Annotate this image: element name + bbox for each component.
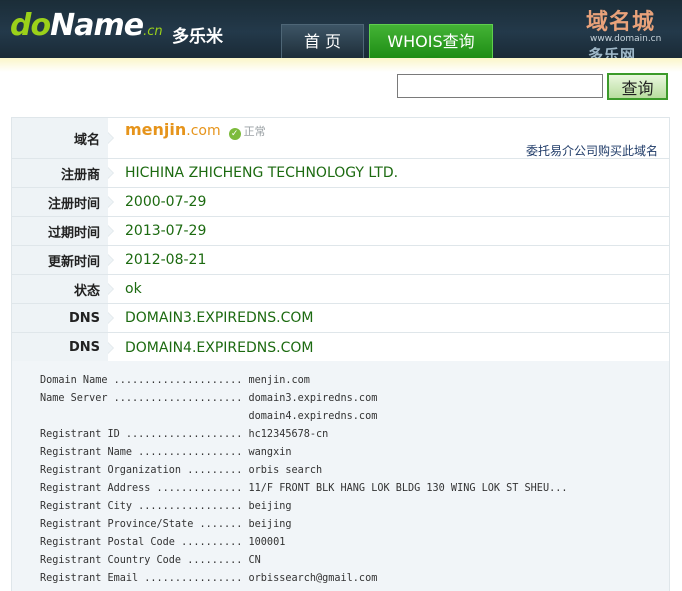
domain-name: menjin [125,120,187,139]
nav-tab-home[interactable]: 首 页 [281,24,364,58]
table-row: 更新时间 2012-08-21 [12,246,669,275]
site-logo[interactable]: doName.cn [10,8,163,43]
raw-whois-text: Domain Name ..................... menjin… [40,375,568,584]
row-label: 注册商 [12,159,108,187]
watermark: 域名城 www.domain.cn 多乐网 [586,4,678,64]
domain-display: menjin .com ✓ 正常 [125,120,266,140]
row-label: 更新时间 [12,246,108,274]
header-band [0,58,682,72]
logo-suffix: .cn [143,24,163,39]
row-label: 注册时间 [12,188,108,216]
watermark-top-text: 域名城 [586,10,656,35]
table-row-domain: 域名 menjin .com ✓ 正常 委托易介公司购买此域名 [12,118,669,159]
logo-chinese-name: 多乐米 [172,27,223,47]
nav-tab-whois[interactable]: WHOIS查询 [369,24,493,58]
table-row: DNS DOMAIN4.EXPIREDNS.COM [12,333,669,362]
logo-part-name: Name [50,8,144,43]
row-arrow-icon [108,304,116,332]
table-row: DNS DOMAIN3.EXPIREDNS.COM [12,304,669,333]
dns-value: DOMAIN4.EXPIREDNS.COM [125,339,314,356]
row-arrow-icon [108,159,116,187]
buy-domain-link[interactable]: 委托易介公司购买此域名 [526,142,658,159]
table-row: 注册商 HICHINA ZHICHENG TECHNOLOGY LTD. [12,159,669,188]
watermark-url: www.domain.cn [590,34,662,44]
row-arrow-icon [108,118,116,158]
whois-summary-table: 域名 menjin .com ✓ 正常 委托易介公司购买此域名 注册商 HICHI… [11,117,670,363]
row-label: DNS [12,333,108,362]
row-arrow-icon [108,275,116,303]
expiry-date-value: 2013-07-29 [125,223,207,239]
check-circle-icon: ✓ [228,128,241,140]
search-button[interactable]: 查询 [607,73,668,100]
row-arrow-icon [108,188,116,216]
status-value: ok [125,281,142,297]
row-label: DNS [12,304,108,332]
registrar-value: HICHINA ZHICHENG TECHNOLOGY LTD. [125,165,399,181]
row-arrow-icon [108,333,116,362]
row-label: 域名 [12,118,108,158]
dns-value: DOMAIN3.EXPIREDNS.COM [125,310,314,326]
row-label: 状态 [12,275,108,303]
registration-date-value: 2000-07-29 [125,194,207,210]
row-label: 过期时间 [12,217,108,245]
domain-status-text: 正常 [243,125,266,138]
table-row: 注册时间 2000-07-29 [12,188,669,217]
row-arrow-icon [108,217,116,245]
updated-date-value: 2012-08-21 [125,252,207,268]
raw-whois-panel: Domain Name ..................... menjin… [11,361,670,591]
table-row: 状态 ok [12,275,669,304]
logo-part-do: do [10,8,51,43]
domain-tld: .com [186,123,221,139]
site-header: doName.cn 多乐米 首 页 WHOIS查询 域名城 www.domain… [0,0,682,64]
table-row: 过期时间 2013-07-29 [12,217,669,246]
row-arrow-icon [108,246,116,274]
search-input[interactable] [397,74,603,98]
